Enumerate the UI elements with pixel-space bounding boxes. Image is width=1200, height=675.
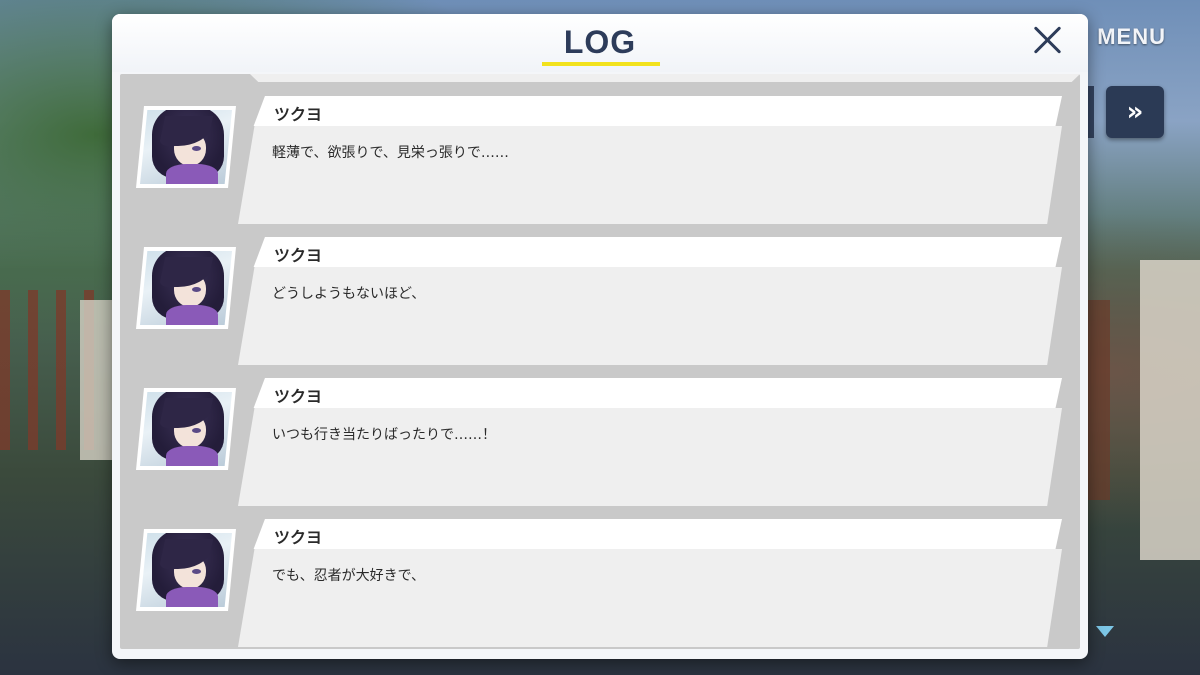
message-text: 軽薄で、欲張りで、見栄っ張りで…… — [272, 145, 509, 161]
background-pillar — [1140, 260, 1200, 560]
name-tab — [253, 237, 1062, 267]
log-title: LOG — [563, 24, 637, 60]
close-icon[interactable] — [1030, 22, 1066, 58]
log-entry: ツクヨ いつも行き当たりばったりで……！ — [120, 370, 1080, 506]
fast-forward-icon: » — [1126, 97, 1144, 127]
speaker-name: ツクヨ — [274, 246, 323, 265]
name-tab — [253, 519, 1062, 549]
log-entry: ツクヨ 軽薄で、欲張りで、見栄っ張りで…… — [120, 88, 1080, 224]
menu-button[interactable]: MENU — [1097, 24, 1166, 50]
log-list[interactable]: ツクヨ 軽薄で、欲張りで、見栄っ張りで…… ツクヨ どうしようもないほど、 ツク… — [120, 74, 1080, 649]
message-bubble: ツクヨ でも、忍者が大好きで、 — [238, 519, 1066, 647]
message-bubble: ツクヨ いつも行き当たりばったりで……！ — [238, 378, 1066, 506]
skip-button[interactable]: » — [1106, 86, 1164, 138]
avatar — [136, 529, 236, 611]
background-signpost — [80, 300, 114, 460]
message-text: いつも行き当たりばったりで……！ — [272, 427, 496, 443]
name-tab — [253, 378, 1062, 408]
name-tab — [253, 96, 1062, 126]
speaker-name: ツクヨ — [274, 105, 323, 124]
log-header: LOG — [112, 14, 1088, 72]
avatar — [136, 247, 236, 329]
message-text: どうしようもないほど、 — [272, 286, 426, 302]
message-box — [238, 549, 1062, 647]
avatar — [136, 388, 236, 470]
log-entry: ツクヨ でも、忍者が大好きで、 — [120, 511, 1080, 647]
avatar — [136, 106, 236, 188]
message-box — [238, 408, 1062, 506]
message-box — [238, 126, 1062, 224]
log-entry: ツクヨ どうしようもないほど、 — [120, 229, 1080, 365]
speaker-name: ツクヨ — [274, 387, 323, 406]
speaker-name: ツクヨ — [274, 528, 323, 547]
message-text: でも、忍者が大好きで、 — [272, 568, 426, 584]
previous-entry-edge — [250, 74, 1080, 82]
title-underline — [542, 62, 660, 66]
triangle-down-icon — [1096, 626, 1114, 637]
log-dialog: LOG ツクヨ 軽薄で、欲張りで、見栄っ張りで…… ツクヨ どうしようもないほど… — [112, 14, 1088, 659]
message-box — [238, 267, 1062, 365]
message-bubble: ツクヨ どうしようもないほど、 — [238, 237, 1066, 365]
message-bubble: ツクヨ 軽薄で、欲張りで、見栄っ張りで…… — [238, 96, 1066, 224]
